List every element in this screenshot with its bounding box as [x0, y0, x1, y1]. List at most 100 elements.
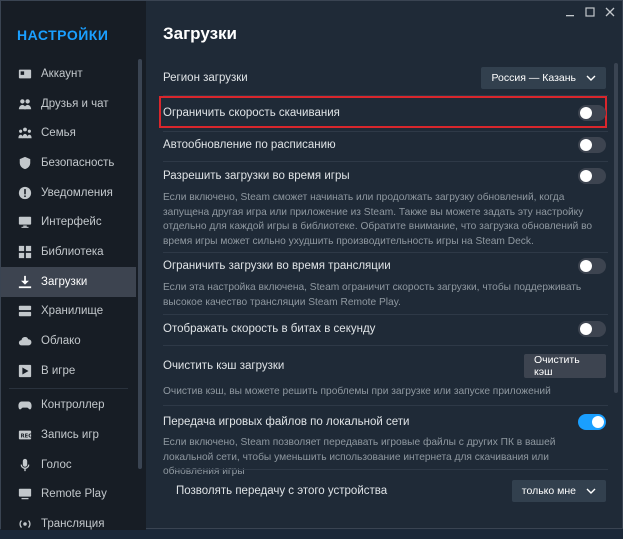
- region-dropdown[interactable]: Россия — Казань: [481, 67, 606, 89]
- svg-text:REC: REC: [21, 434, 32, 440]
- setting-limit-speed-row: Ограничить скорость скачивания: [163, 104, 606, 122]
- sidebar-item-label: В игре: [41, 364, 76, 377]
- setting-region-label: Регион загрузки: [163, 72, 248, 84]
- setting-limit-speed-label: Ограничить скорость скачивания: [163, 107, 340, 119]
- sidebar-item-remote-play[interactable]: Remote Play: [1, 480, 136, 510]
- sidebar-item-storage[interactable]: Хранилище: [1, 297, 136, 327]
- setting-allow-transfer-label: Позволять передачу с этого устройства: [176, 485, 388, 497]
- setting-auto-update-row: Автообновление по расписанию: [163, 136, 606, 154]
- sidebar-item-ingame[interactable]: В игре: [1, 356, 136, 386]
- divider: [163, 252, 608, 253]
- divider: [163, 405, 608, 406]
- alert-icon: [17, 185, 33, 201]
- toggle-knob: [580, 323, 592, 335]
- sidebar-item-label: Библиотека: [41, 245, 104, 258]
- setting-bits-speed-label: Отображать скорость в битах в секунду: [163, 323, 376, 335]
- account-card-icon: [17, 66, 33, 82]
- setting-allow-transfer-row: Позволять передачу с этого устройства то…: [176, 479, 606, 503]
- allow-transfer-dropdown[interactable]: только мне: [511, 480, 606, 502]
- sidebar-item-voice[interactable]: Голос: [1, 450, 136, 480]
- lan-transfer-toggle[interactable]: [578, 414, 606, 430]
- sidebar-item-family[interactable]: Семья: [1, 118, 136, 148]
- setting-bits-speed-row: Отображать скорость в битах в секунду: [163, 320, 606, 338]
- sidebar-item-account[interactable]: Аккаунт: [1, 59, 136, 89]
- sidebar-item-label: Уведомления: [41, 186, 113, 199]
- record-icon: REC: [17, 427, 33, 443]
- toggle-knob: [580, 107, 592, 119]
- setting-allow-during-game-row: Разрешить загрузки во время игры: [163, 167, 606, 185]
- sidebar-divider: [9, 387, 128, 389]
- monitor-icon: [17, 214, 33, 230]
- setting-lan-transfer-label: Передача игровых файлов по локальной сет…: [163, 416, 410, 428]
- sidebar-item-library[interactable]: Библиотека: [1, 237, 136, 267]
- sidebar-item-label: Хранилище: [41, 305, 104, 318]
- allow-transfer-dropdown-value: только мне: [521, 485, 576, 497]
- setting-clear-cache-desc: Очистив кэш, вы можете решить проблемы п…: [163, 386, 551, 397]
- setting-lan-transfer-desc: Если включено, Steam позволяет передават…: [163, 437, 556, 477]
- settings-sidebar: НАСТРОЙКИ Аккаунт Друзья и чат Семья Без…: [1, 1, 146, 530]
- sidebar-item-security[interactable]: Безопасность: [1, 148, 136, 178]
- sidebar-item-cloud[interactable]: Облако: [1, 326, 136, 356]
- toggle-knob: [592, 416, 604, 428]
- sidebar-item-interface[interactable]: Интерфейс: [1, 207, 136, 237]
- auto-update-toggle[interactable]: [578, 137, 606, 153]
- toggle-knob: [580, 139, 592, 151]
- sidebar-item-game-recording[interactable]: REC Запись игр: [1, 420, 136, 450]
- sidebar-item-label: Друзья и чат: [41, 97, 109, 110]
- divider: [163, 345, 608, 346]
- setting-lan-transfer-row: Передача игровых файлов по локальной сет…: [163, 413, 606, 431]
- main-scrollbar[interactable]: [614, 63, 618, 393]
- chevron-down-icon: [586, 488, 596, 494]
- broadcast-icon: [17, 516, 33, 532]
- library-grid-icon: [17, 244, 33, 260]
- toggle-knob: [580, 260, 592, 272]
- setting-clear-cache-row: Очистить кэш загрузки Очистить кэш: [163, 354, 606, 378]
- bits-speed-toggle[interactable]: [578, 321, 606, 337]
- sidebar-item-broadcast[interactable]: Трансляция: [1, 509, 136, 539]
- sidebar-list: Аккаунт Друзья и чат Семья Безопасность …: [1, 59, 136, 539]
- sidebar-item-controller[interactable]: Контроллер: [1, 391, 136, 421]
- clear-cache-button[interactable]: Очистить кэш: [524, 354, 606, 378]
- sidebar-item-label: Интерфейс: [41, 216, 102, 229]
- sidebar-item-downloads[interactable]: Загрузки: [1, 266, 136, 297]
- microphone-icon: [17, 457, 33, 473]
- setting-clear-cache-label: Очистить кэш загрузки: [163, 360, 285, 372]
- sidebar-item-label: Семья: [41, 127, 76, 140]
- sidebar-item-label: Запись игр: [41, 429, 99, 442]
- region-dropdown-value: Россия — Казань: [491, 72, 576, 84]
- sidebar-item-label: Remote Play: [41, 488, 107, 501]
- shield-icon: [17, 155, 33, 171]
- sidebar-scrollbar[interactable]: [138, 59, 142, 469]
- sidebar-item-label: Голос: [41, 458, 72, 471]
- remote-play-icon: [17, 486, 33, 502]
- download-icon: [17, 274, 33, 290]
- divider: [163, 314, 608, 315]
- setting-limit-broadcast-desc: Если эта настройка включена, Steam огран…: [163, 282, 582, 308]
- divider: [163, 131, 608, 132]
- steam-settings-window: НАСТРОЙКИ Аккаунт Друзья и чат Семья Без…: [0, 0, 623, 530]
- setting-allow-during-game-label: Разрешить загрузки во время игры: [163, 170, 350, 182]
- cloud-icon: [17, 333, 33, 349]
- storage-icon: [17, 303, 33, 319]
- allow-during-game-toggle[interactable]: [578, 168, 606, 184]
- page-title: Загрузки: [163, 24, 237, 43]
- setting-allow-during-game-desc: Если включено, Steam сможет начинать или…: [163, 192, 593, 247]
- limit-broadcast-toggle[interactable]: [578, 258, 606, 274]
- family-icon: [17, 125, 33, 141]
- setting-region-row: Регион загрузки Россия — Казань: [163, 66, 606, 90]
- limit-speed-toggle[interactable]: [578, 105, 606, 121]
- sidebar-item-friends[interactable]: Друзья и чат: [1, 89, 136, 119]
- sidebar-title: НАСТРОЙКИ: [17, 27, 109, 43]
- setting-auto-update-label: Автообновление по расписанию: [163, 139, 336, 151]
- setting-limit-broadcast-label: Ограничить загрузки во время трансляции: [163, 260, 391, 272]
- chevron-down-icon: [586, 75, 596, 81]
- settings-main: Загрузки Регион загрузки Россия — Казань…: [146, 1, 623, 530]
- controller-icon: [17, 397, 33, 413]
- toggle-knob: [580, 170, 592, 182]
- ingame-icon: [17, 363, 33, 379]
- sidebar-item-label: Аккаунт: [41, 67, 83, 80]
- sidebar-item-notifications[interactable]: Уведомления: [1, 178, 136, 208]
- setting-limit-broadcast-row: Ограничить загрузки во время трансляции: [163, 257, 606, 275]
- sidebar-item-label: Трансляция: [41, 518, 105, 531]
- sidebar-item-label: Облако: [41, 335, 81, 348]
